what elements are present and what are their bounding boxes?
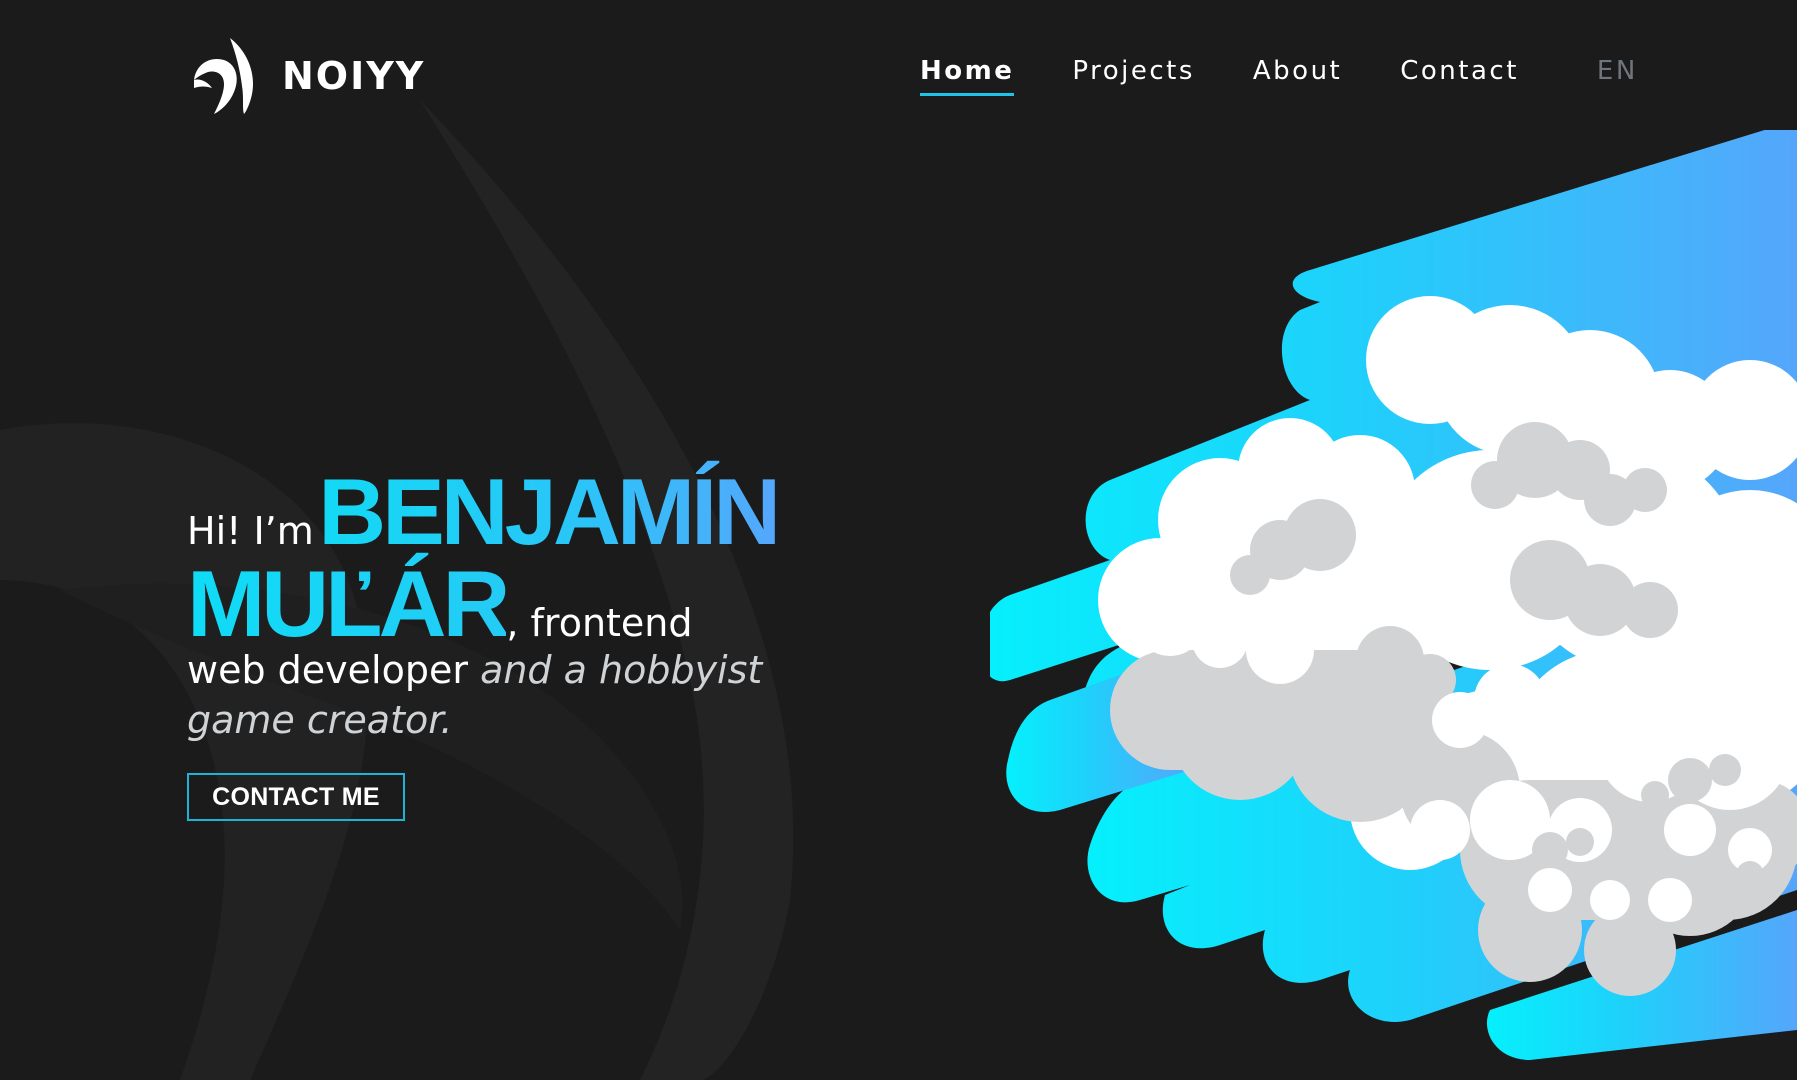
nav-projects[interactable]: Projects <box>1072 56 1195 92</box>
nav-contact[interactable]: Contact <box>1400 56 1519 92</box>
cloud-swoosh-illustration <box>990 130 1797 1060</box>
hero-role-line: web developer <box>187 648 468 692</box>
nav-home[interactable]: Home <box>920 56 1015 96</box>
language-switcher[interactable]: EN <box>1597 56 1638 86</box>
hero-line-2: MUĽÁR, frontend <box>187 557 887 657</box>
hero-role-suffix: , frontend <box>506 601 693 645</box>
swirl-logo-icon <box>194 38 254 114</box>
nav-about[interactable]: About <box>1253 56 1342 92</box>
hero-intro: Hi! I’m BENJAMÍN MUĽÁR, frontend web dev… <box>187 465 887 745</box>
brand-logo-link[interactable]: NOIYY <box>190 36 425 116</box>
landing-page: NOIYY Home Projects About Contact EN Hi!… <box>0 0 1797 1080</box>
brand-name: NOIYY <box>282 54 426 98</box>
hero-line-3: web developer and a hobbyist game creato… <box>187 645 807 745</box>
hero-last-name: MUĽÁR <box>187 551 510 656</box>
hero-greeting: Hi! I’m <box>187 509 314 553</box>
hero-first-name: BENJAMÍN <box>318 459 781 564</box>
main-navigation: Home Projects About Contact EN <box>920 56 1638 96</box>
contact-me-button[interactable]: CONTACT ME <box>187 773 405 821</box>
